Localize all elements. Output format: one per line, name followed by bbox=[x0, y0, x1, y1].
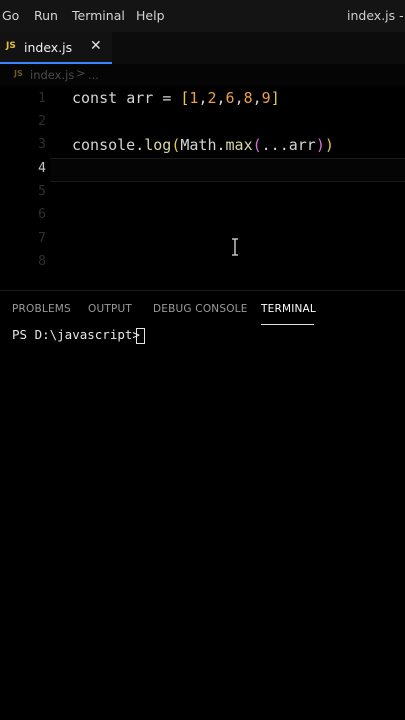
close-icon[interactable]: ✕ bbox=[90, 38, 102, 54]
terminal-panel[interactable]: PS D:\javascript> bbox=[0, 326, 405, 720]
breadcrumb: JS index.js > ... bbox=[0, 64, 405, 86]
code-line-1: const arr = [1,2,6,8,9] bbox=[72, 89, 280, 107]
editor-tab-bar: JS index.js ✕ bbox=[0, 32, 405, 64]
line-number: 1 bbox=[38, 91, 46, 106]
text-cursor-icon bbox=[232, 238, 238, 256]
tab-index-js[interactable]: JS index.js ✕ bbox=[0, 32, 112, 64]
line-number: 6 bbox=[38, 207, 46, 222]
tab-problems[interactable]: PROBLEMS bbox=[12, 303, 71, 315]
menu-help[interactable]: Help bbox=[136, 8, 165, 23]
line-number: 2 bbox=[38, 114, 46, 129]
tab-label: index.js bbox=[24, 40, 73, 55]
chevron-right-icon: > bbox=[76, 66, 86, 80]
code-line-3: console.log(Math.max(...arr)) bbox=[72, 136, 334, 154]
line-number: 8 bbox=[38, 254, 46, 269]
tab-terminal[interactable]: TERMINAL bbox=[261, 303, 316, 315]
js-file-icon: JS bbox=[14, 69, 23, 78]
terminal-cursor bbox=[136, 328, 145, 344]
line-number-active: 4 bbox=[38, 161, 46, 176]
line-number: 5 bbox=[38, 184, 46, 199]
line-number: 3 bbox=[38, 137, 46, 152]
line-number: 7 bbox=[38, 231, 46, 246]
current-line-highlight bbox=[50, 158, 405, 182]
menu-terminal[interactable]: Terminal bbox=[72, 8, 125, 23]
menu-go[interactable]: Go bbox=[2, 8, 19, 23]
menu-run[interactable]: Run bbox=[34, 8, 58, 23]
breadcrumb-file[interactable]: index.js bbox=[30, 68, 74, 82]
panel-tab-bar: PROBLEMS OUTPUT DEBUG CONSOLE TERMINAL bbox=[0, 290, 405, 327]
js-file-icon: JS bbox=[6, 41, 16, 51]
tab-output[interactable]: OUTPUT bbox=[88, 303, 132, 315]
breadcrumb-more[interactable]: ... bbox=[88, 68, 99, 82]
terminal-prompt: PS D:\javascript> bbox=[12, 327, 140, 342]
tab-debug-console[interactable]: DEBUG CONSOLE bbox=[153, 303, 248, 315]
menu-bar: Go Run Terminal Help index.js - ja bbox=[0, 0, 405, 32]
active-tab-indicator bbox=[261, 324, 314, 325]
window-title: index.js - ja bbox=[347, 8, 405, 23]
code-editor[interactable]: 1 2 3 4 5 6 7 8 const arr = [1,2,6,8,9] … bbox=[0, 86, 405, 290]
